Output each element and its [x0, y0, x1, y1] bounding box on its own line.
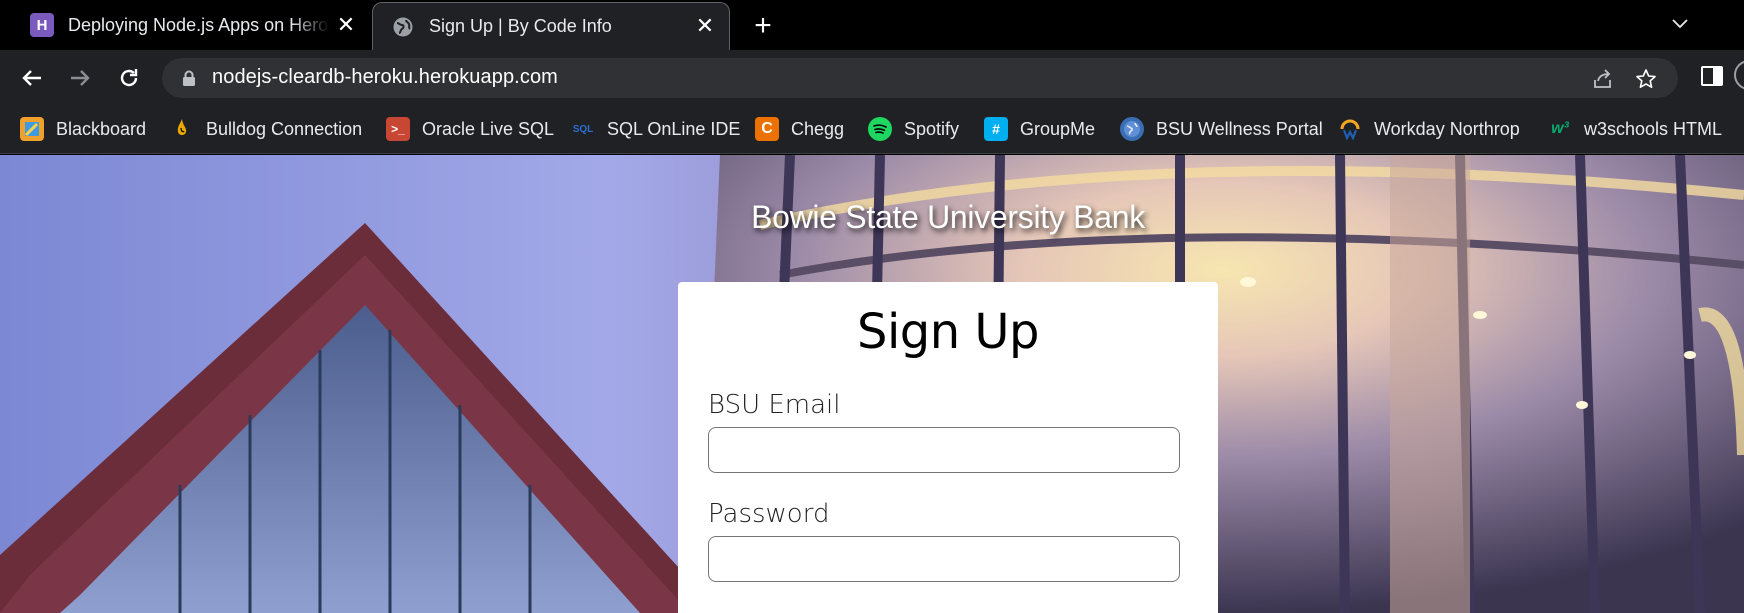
forward-arrow-icon[interactable] — [64, 62, 96, 94]
side-panel-icon[interactable] — [1700, 64, 1724, 88]
bookmark-blackboard[interactable]: Blackboard — [20, 104, 146, 154]
browser-toolbar: nodejs-cleardb-heroku.herokuapp.com — [0, 50, 1744, 104]
bookmark-label: BSU Wellness Portal — [1156, 118, 1323, 139]
bookmark-star-icon[interactable] — [1633, 66, 1659, 92]
bookmark-label: Chegg — [791, 118, 845, 139]
bookmark-label: Bulldog Connection — [206, 118, 363, 139]
lock-icon[interactable] — [182, 70, 196, 86]
page-content: Bowie State University Bank Sign Up BSU … — [0, 155, 1744, 613]
bookmark-label: Spotify — [904, 118, 960, 139]
password-label: Password — [708, 499, 830, 529]
tab-search-chevron-icon[interactable] — [1665, 10, 1695, 36]
share-icon[interactable] — [1590, 66, 1616, 92]
workday-icon — [1338, 117, 1362, 141]
email-label: BSU Email — [708, 390, 841, 420]
address-bar[interactable]: nodejs-cleardb-heroku.herokuapp.com — [162, 58, 1678, 98]
globe-icon — [391, 15, 415, 39]
bookmarks-bar: Blackboard Bulldog Connection >_ Oracle … — [0, 104, 1744, 154]
bookmark-w3schools-html[interactable]: w³ w3schools HTML — [1548, 104, 1722, 154]
url-text[interactable]: nodejs-cleardb-heroku.herokuapp.com — [212, 66, 558, 89]
email-field[interactable] — [708, 427, 1180, 473]
spotify-icon — [868, 117, 892, 141]
bookmark-label: Blackboard — [56, 118, 147, 139]
bookmark-label: Workday Northrop — [1374, 118, 1520, 139]
signup-form-card: Sign Up BSU Email Password — [678, 282, 1218, 613]
bookmark-groupme[interactable]: # GroupMe — [984, 104, 1095, 154]
bookmark-label: Oracle Live SQL — [422, 118, 555, 139]
tab-title: Deploying Node.js Apps on Heroku — [68, 14, 330, 35]
tab-title: Sign Up | By Code Info — [429, 16, 612, 36]
form-heading: Sign Up — [856, 304, 1040, 360]
bookmark-chegg[interactable]: C Chegg — [755, 104, 844, 154]
groupme-icon: # — [984, 117, 1008, 141]
bookmark-label: GroupMe — [1020, 118, 1096, 139]
globe-icon — [1120, 117, 1144, 141]
bookmark-workday-northrop[interactable]: Workday Northrop — [1338, 104, 1520, 154]
site-title: Bowie State University Bank — [751, 199, 1145, 235]
bookmark-label: SQL OnLine IDE — [607, 118, 741, 139]
password-field[interactable] — [708, 536, 1180, 582]
bookmark-sql-online-ide[interactable]: SQL SQL OnLine IDE — [571, 104, 741, 154]
close-icon[interactable]: ✕ — [334, 12, 358, 37]
new-tab-button[interactable]: + — [748, 9, 778, 42]
bulldog-icon — [170, 117, 194, 141]
chegg-icon: C — [755, 117, 779, 141]
bookmark-spotify[interactable]: Spotify — [868, 104, 959, 154]
w3schools-icon: w³ — [1551, 120, 1569, 137]
profile-avatar[interactable] — [1734, 60, 1744, 90]
tab-strip: H Deploying Node.js Apps on Heroku ✕ Sig… — [0, 0, 1744, 50]
oracle-icon: >_ — [386, 117, 410, 141]
bookmark-bsu-wellness-portal[interactable]: BSU Wellness Portal — [1120, 104, 1323, 154]
bookmark-label: w3schools HTML — [1584, 118, 1723, 139]
tab-sign-up[interactable]: Sign Up | By Code Info ✕ — [372, 2, 730, 50]
reload-icon[interactable] — [113, 62, 145, 94]
close-icon[interactable]: ✕ — [693, 13, 717, 38]
bookmark-bulldog-connection[interactable]: Bulldog Connection — [170, 104, 362, 154]
blackboard-icon — [20, 117, 44, 141]
tab-heroku-deploy[interactable]: H Deploying Node.js Apps on Heroku ✕ — [10, 0, 370, 50]
heroku-icon: H — [30, 13, 54, 37]
bookmark-oracle-live-sql[interactable]: >_ Oracle Live SQL — [386, 104, 554, 154]
back-arrow-icon[interactable] — [16, 62, 48, 94]
sql-icon: SQL — [572, 123, 594, 135]
